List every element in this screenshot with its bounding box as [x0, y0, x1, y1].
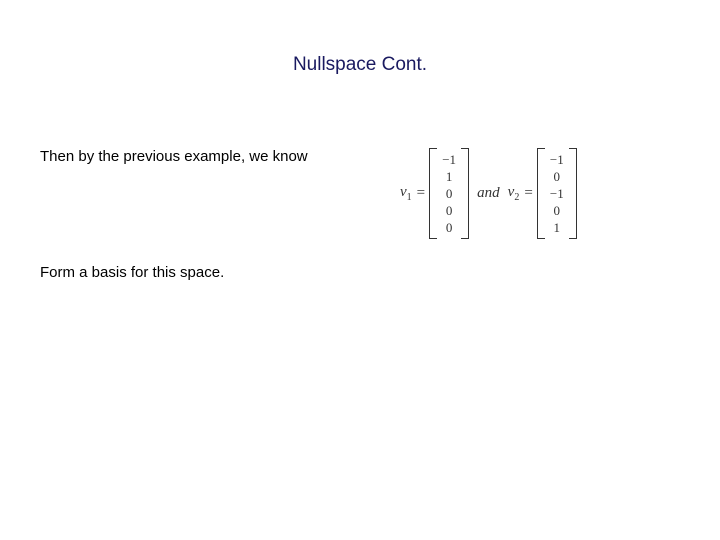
equals-1: =: [417, 185, 425, 202]
equals-2: =: [524, 185, 532, 202]
vector-v1: −1 1 0 0 0: [429, 148, 469, 239]
body-line-2: Form a basis for this space.: [40, 264, 224, 281]
v2-entry-4: 1: [549, 219, 565, 236]
v1-column: −1 1 0 0 0: [437, 148, 461, 239]
body-line-1: Then by the previous example, we know: [40, 148, 308, 165]
v2-entry-3: 0: [549, 202, 565, 219]
v1-label: v1: [400, 184, 412, 203]
right-bracket-icon: [461, 148, 469, 239]
v2-label: v2: [508, 184, 520, 203]
v1-entry-1: 1: [441, 168, 457, 185]
v2-entry-2: −1: [549, 185, 565, 202]
vector-v2: −1 0 −1 0 1: [537, 148, 577, 239]
v1-entry-2: 0: [441, 185, 457, 202]
math-expression: v1 = −1 1 0 0 0 and v2 = −1 0 −1 0 1: [400, 148, 577, 239]
v2-subscript: 2: [514, 192, 519, 203]
v2-entry-1: 0: [549, 168, 565, 185]
v1-letter: v: [400, 184, 407, 200]
and-word: and: [477, 185, 500, 202]
left-bracket-icon: [537, 148, 545, 239]
left-bracket-icon: [429, 148, 437, 239]
slide: Nullspace Cont. Then by the previous exa…: [0, 0, 720, 540]
slide-title: Nullspace Cont.: [0, 54, 720, 76]
v1-entry-0: −1: [441, 151, 457, 168]
v1-entry-4: 0: [441, 219, 457, 236]
v2-entry-0: −1: [549, 151, 565, 168]
v1-entry-3: 0: [441, 202, 457, 219]
v1-subscript: 1: [407, 192, 412, 203]
v2-column: −1 0 −1 0 1: [545, 148, 569, 239]
right-bracket-icon: [569, 148, 577, 239]
